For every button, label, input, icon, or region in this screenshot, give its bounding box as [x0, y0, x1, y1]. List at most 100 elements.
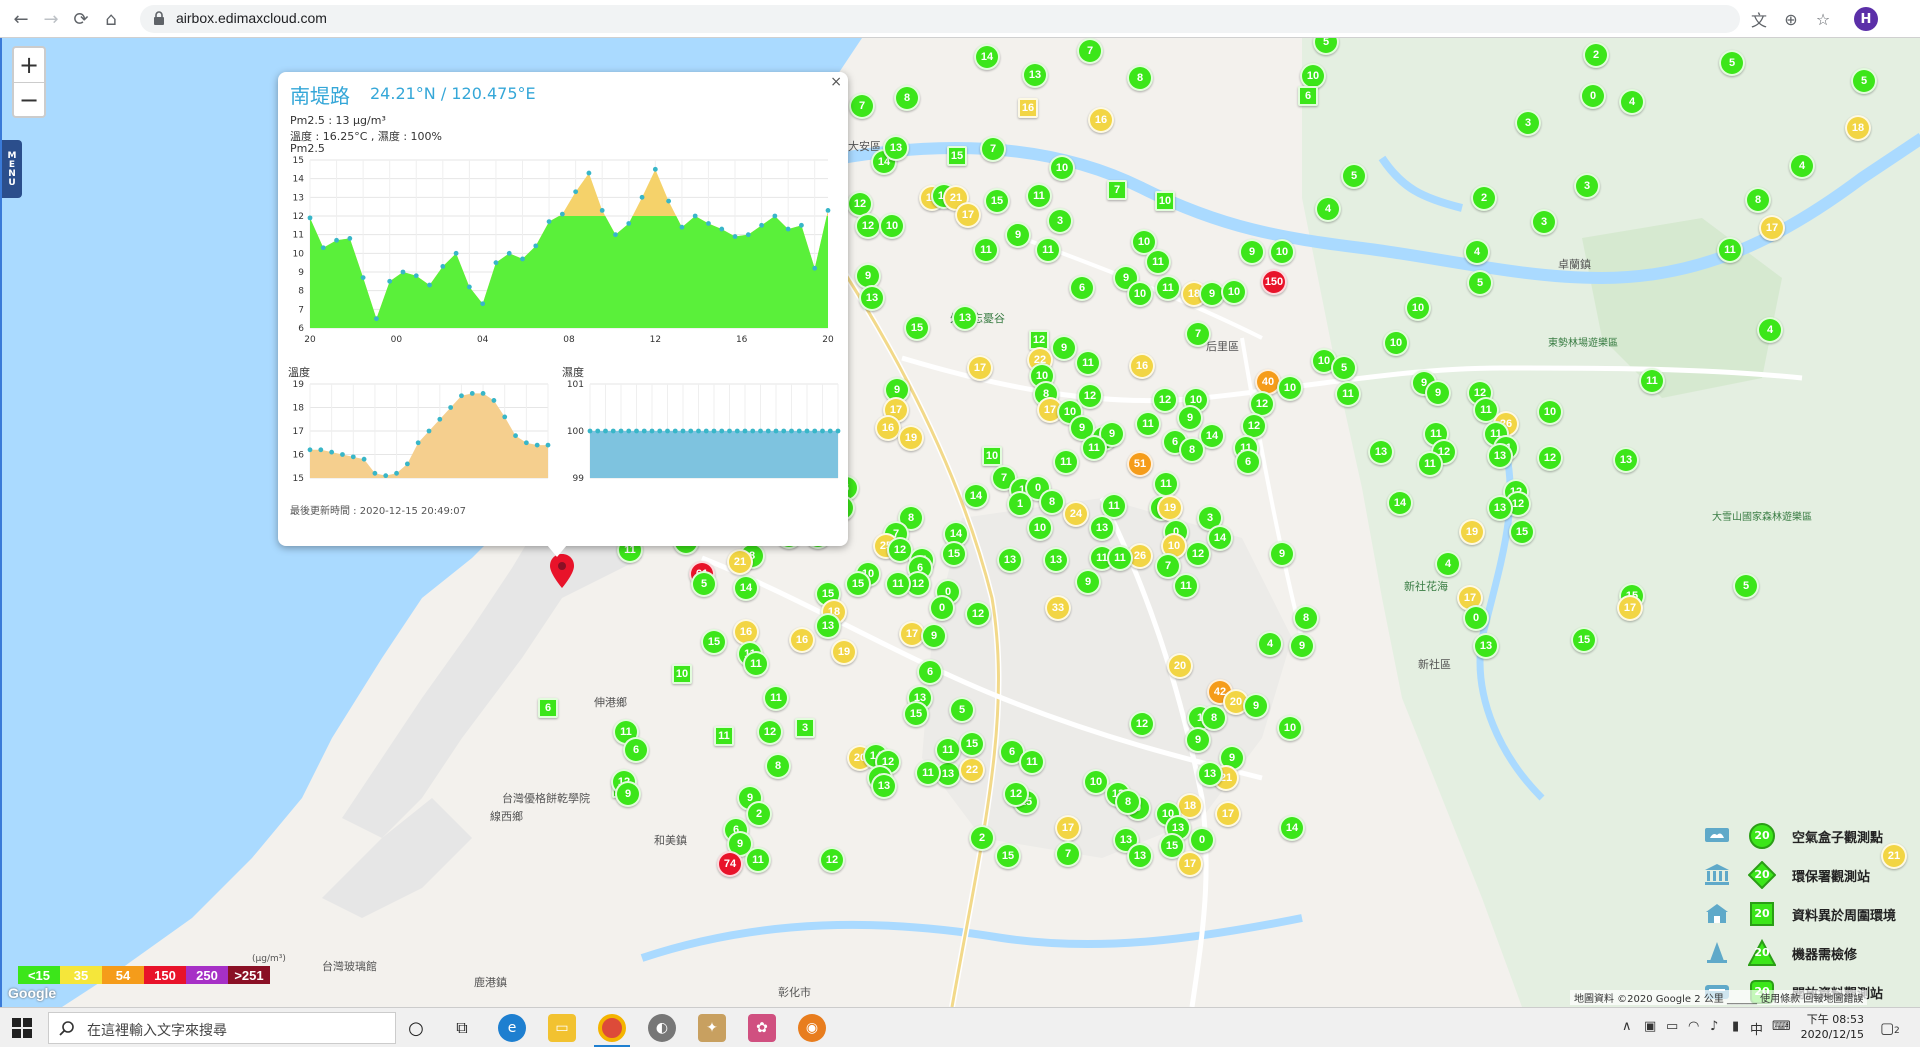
airbox-marker[interactable]: 8	[1201, 705, 1227, 731]
zoom-icon[interactable]: ⊕	[1780, 8, 1802, 30]
airbox-marker[interactable]: 12	[1003, 781, 1029, 807]
airbox-marker[interactable]: 6	[1298, 86, 1318, 106]
airbox-marker[interactable]: 10	[1049, 155, 1075, 181]
airbox-marker[interactable]: 9	[1239, 239, 1265, 265]
location-pin-icon[interactable]	[550, 554, 574, 588]
airbox-marker[interactable]: 2	[969, 825, 995, 851]
airbox-marker[interactable]: 12	[1185, 541, 1211, 567]
airbox-marker[interactable]: 17	[1759, 215, 1785, 241]
airbox-marker[interactable]: 5	[1313, 38, 1339, 55]
airbox-marker[interactable]: 11	[1026, 183, 1052, 209]
airbox-marker[interactable]: 8	[1127, 65, 1153, 91]
airbox-marker[interactable]: 17	[967, 355, 993, 381]
home-icon[interactable]: ⌂	[98, 6, 124, 32]
airbox-marker[interactable]: 13	[1127, 843, 1153, 869]
airbox-marker[interactable]: 14	[1279, 815, 1305, 841]
airbox-marker[interactable]: 9	[921, 623, 947, 649]
cortana-icon[interactable]: ○	[402, 1014, 430, 1042]
airbox-marker[interactable]: 16	[1018, 98, 1038, 118]
airbox-marker[interactable]: 5	[691, 571, 717, 597]
task-view-icon[interactable]: ⧉	[448, 1014, 476, 1042]
airbox-marker[interactable]: 4	[1435, 551, 1461, 577]
airbox-marker[interactable]: 8	[1293, 605, 1319, 631]
airbox-marker[interactable]: 13	[871, 773, 897, 799]
airbox-marker[interactable]: 4	[1789, 153, 1815, 179]
airbox-marker[interactable]: 12	[1537, 445, 1563, 471]
airbox-marker[interactable]: 9	[615, 781, 641, 807]
airbox-marker[interactable]: 8	[894, 85, 920, 111]
airbox-marker[interactable]: 5	[1331, 355, 1357, 381]
battery-status-icon[interactable]: ▮	[1732, 1019, 1739, 1034]
tray-chevron-icon[interactable]: ∧	[1622, 1019, 1632, 1034]
airbox-marker[interactable]: 10	[1405, 295, 1431, 321]
airbox-marker[interactable]: 11	[973, 237, 999, 263]
airbox-marker[interactable]: 10	[1277, 715, 1303, 741]
airbox-marker[interactable]: 3	[1531, 209, 1557, 235]
airbox-marker[interactable]: 4	[1757, 317, 1783, 343]
airbox-marker[interactable]: 4	[1464, 239, 1490, 265]
airbox-marker[interactable]: 3	[1515, 110, 1541, 136]
airbox-marker[interactable]: 12	[1152, 387, 1178, 413]
airbox-marker[interactable]: 1	[1007, 491, 1033, 517]
airbox-marker[interactable]: 3	[795, 718, 815, 738]
back-icon[interactable]: ←	[8, 6, 34, 32]
airbox-marker[interactable]: 10	[1269, 239, 1295, 265]
airbox-marker[interactable]: 2	[746, 801, 772, 827]
airbox-marker[interactable]: 15	[995, 843, 1021, 869]
profile-avatar[interactable]: H	[1854, 7, 1878, 31]
airbox-marker[interactable]: 21	[727, 549, 753, 575]
map-canvas[interactable]: 伸港鄉 台灣優格餅乾學院 線西鄉 和美鎮 彰化市 鹿港鎮 台灣玻璃館 大安區 后…	[0, 38, 1920, 1007]
airbox-marker[interactable]: 14	[733, 575, 759, 601]
airbox-marker[interactable]: 9	[1185, 727, 1211, 753]
airbox-marker[interactable]: 18	[1845, 115, 1871, 141]
airbox-marker[interactable]: 13	[952, 305, 978, 331]
zoom-out-button[interactable]: −	[14, 82, 44, 116]
airbox-marker[interactable]: 11	[1053, 449, 1079, 475]
airbox-marker[interactable]: 6	[1235, 449, 1261, 475]
airbox-marker[interactable]: 13	[1613, 447, 1639, 473]
airbox-marker[interactable]: 13	[1022, 62, 1048, 88]
app-icon[interactable]: ◐	[648, 1014, 676, 1042]
airbox-marker[interactable]: 15	[984, 188, 1010, 214]
airbox-marker[interactable]: 11	[1417, 451, 1443, 477]
blender-icon[interactable]: ◉	[798, 1014, 826, 1042]
airbox-marker[interactable]: 5	[1851, 68, 1877, 94]
airbox-marker[interactable]: 13	[1197, 761, 1223, 787]
airbox-marker[interactable]: 11	[714, 726, 734, 746]
close-icon[interactable]: ×	[830, 74, 842, 90]
zoom-in-button[interactable]: +	[14, 48, 44, 82]
airbox-marker[interactable]: 24	[1063, 501, 1089, 527]
airbox-marker[interactable]: 11	[1717, 237, 1743, 263]
airbox-marker[interactable]: 74	[717, 851, 743, 877]
airbox-marker[interactable]: 13	[859, 285, 885, 311]
airbox-marker[interactable]: 11	[743, 651, 769, 677]
airbox-marker[interactable]: 6	[917, 659, 943, 685]
taskbar-time[interactable]: 下午 08:53	[1794, 1011, 1864, 1027]
translate-icon[interactable]: 文	[1748, 8, 1770, 30]
airbox-marker[interactable]: 9	[1051, 335, 1077, 361]
airbox-marker[interactable]: 17	[1055, 815, 1081, 841]
airbox-marker[interactable]: 5	[1467, 270, 1493, 296]
airbox-marker[interactable]: 14	[963, 483, 989, 509]
airbox-marker[interactable]: 11	[1145, 249, 1171, 275]
airbox-marker[interactable]: 13	[1089, 515, 1115, 541]
windows-start-icon[interactable]	[12, 1018, 32, 1038]
airbox-marker[interactable]: 9	[1075, 569, 1101, 595]
airbox-marker[interactable]: 4	[1315, 196, 1341, 222]
airbox-marker[interactable]: 5	[1719, 50, 1745, 76]
airbox-marker[interactable]: 12	[757, 719, 783, 745]
airbox-marker[interactable]: 13	[883, 135, 909, 161]
airbox-marker[interactable]: 11	[1335, 381, 1361, 407]
app-icon[interactable]: ✿	[748, 1014, 776, 1042]
airbox-marker[interactable]: 15	[959, 731, 985, 757]
airbox-marker[interactable]: 11	[1019, 749, 1045, 775]
airbox-marker[interactable]: 7	[1107, 180, 1127, 200]
airbox-marker[interactable]: 2	[1471, 185, 1497, 211]
airbox-marker[interactable]: 15	[1509, 519, 1535, 545]
airbox-marker[interactable]: 13	[1368, 439, 1394, 465]
airbox-marker[interactable]: 13	[1473, 633, 1499, 659]
airbox-marker[interactable]: 33	[1045, 595, 1071, 621]
airbox-marker[interactable]: 11	[1173, 573, 1199, 599]
airbox-marker[interactable]: 12	[965, 601, 991, 627]
airbox-marker[interactable]: 0	[1463, 605, 1489, 631]
